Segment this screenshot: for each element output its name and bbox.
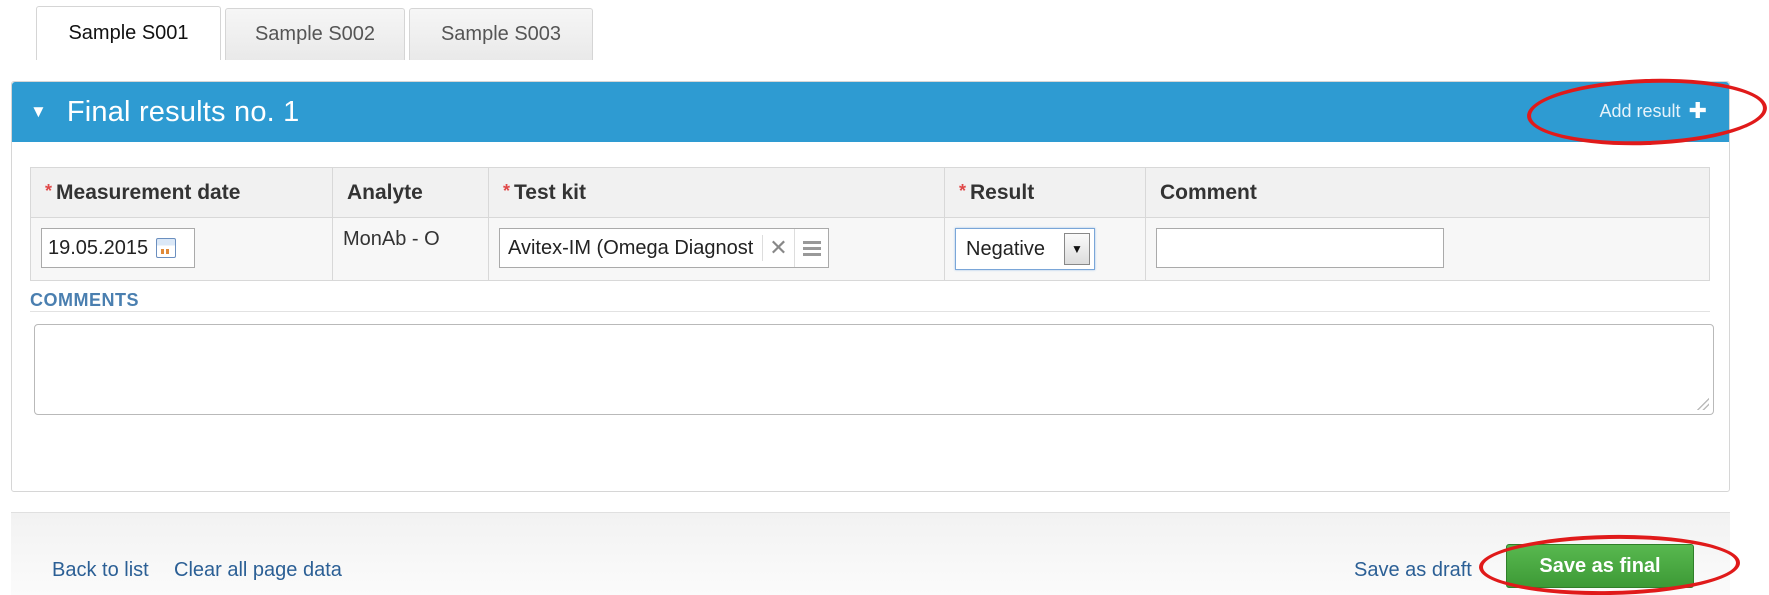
comments-divider xyxy=(30,311,1710,312)
sample-tabs: Sample S001 Sample S002 Sample S003 xyxy=(36,6,593,60)
tab-sample-s001[interactable]: Sample S001 xyxy=(36,6,221,60)
comments-label: COMMENTS xyxy=(30,290,139,310)
back-to-list-link[interactable]: Back to list xyxy=(52,559,149,582)
page: Sample S001 Sample S002 Sample S003 ▼ Fi… xyxy=(0,0,1769,595)
result-value: Negative xyxy=(966,237,1045,260)
list-icon[interactable] xyxy=(794,229,828,267)
measurement-date-value: 19.05.2015 xyxy=(48,236,149,259)
cell-test-kit: Avitex-IM (Omega Diagnost ✕ xyxy=(488,217,945,281)
dropdown-arrow-icon[interactable]: ▼ xyxy=(1064,233,1090,265)
table-header-row: * Measurement date Analyte * Test kit * Res… xyxy=(30,167,1710,218)
header-label: Comment xyxy=(1160,180,1257,204)
header-label: Analyte xyxy=(347,180,423,204)
comment-input[interactable] xyxy=(1156,228,1444,268)
header-comment: Comment xyxy=(1145,167,1710,218)
cell-result: Negative ▼ xyxy=(944,217,1146,281)
required-marker: * xyxy=(503,180,511,201)
result-select[interactable]: Negative ▼ xyxy=(955,228,1095,270)
cell-measurement-date: 19.05.2015 xyxy=(30,217,333,281)
cell-comment xyxy=(1145,217,1710,281)
final-results-panel: ▼ Final results no. 1 Add result ✚ * Meas… xyxy=(11,81,1730,492)
footer-bar xyxy=(11,512,1730,595)
test-kit-select[interactable]: Avitex-IM (Omega Diagnost ✕ xyxy=(499,228,829,268)
comments-textarea[interactable] xyxy=(34,324,1714,415)
panel-title: Final results no. 1 xyxy=(66,95,300,128)
clear-icon[interactable]: ✕ xyxy=(762,235,794,261)
results-table: * Measurement date Analyte * Test kit * Res… xyxy=(30,167,1710,281)
plus-icon: ✚ xyxy=(1688,98,1707,123)
header-label: Test kit xyxy=(514,180,586,204)
tab-sample-s002[interactable]: Sample S002 xyxy=(225,8,405,60)
panel-header[interactable]: ▼ Final results no. 1 Add result ✚ xyxy=(12,82,1729,142)
header-analyte: Analyte xyxy=(332,167,489,218)
required-marker: * xyxy=(45,180,53,201)
add-result-button[interactable]: Add result ✚ xyxy=(1600,100,1707,122)
clear-all-page-data-link[interactable]: Clear all page data xyxy=(174,559,342,582)
measurement-date-input[interactable]: 19.05.2015 xyxy=(41,228,195,268)
cell-analyte: MonAb - O xyxy=(332,217,489,281)
add-result-label: Add result xyxy=(1599,100,1681,121)
caret-down-icon[interactable]: ▼ xyxy=(30,102,47,122)
header-label: Measurement date xyxy=(56,180,241,204)
analyte-value: MonAb - O xyxy=(343,228,440,250)
header-test-kit: * Test kit xyxy=(488,167,945,218)
header-label: Result xyxy=(970,180,1035,204)
tab-sample-s003[interactable]: Sample S003 xyxy=(409,8,593,60)
save-as-final-button[interactable]: Save as final xyxy=(1506,544,1694,588)
calendar-icon[interactable] xyxy=(156,238,177,258)
test-kit-value: Avitex-IM (Omega Diagnost xyxy=(508,236,754,259)
table-row: 19.05.2015 MonAb - O Avitex-IM (Omega Di… xyxy=(30,217,1710,281)
header-measurement-date: * Measurement date xyxy=(30,167,333,218)
save-as-draft-link[interactable]: Save as draft xyxy=(1354,559,1472,582)
required-marker: * xyxy=(959,180,967,201)
header-result: * Result xyxy=(944,167,1146,218)
resize-grip-icon[interactable] xyxy=(1697,398,1709,410)
